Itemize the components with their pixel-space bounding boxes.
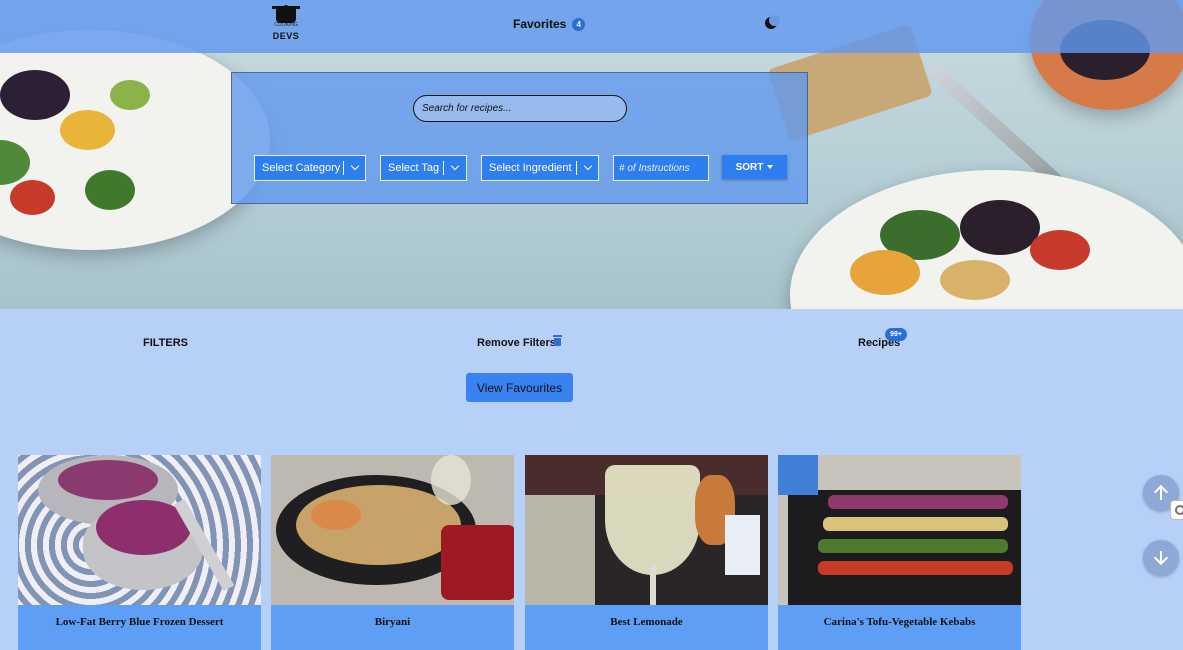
navbar: COOKING DEVS Favorites 4 (0, 0, 1183, 53)
salad-plate-image (0, 30, 270, 250)
recipe-title: Best Lemonade (610, 616, 683, 628)
tag-select[interactable]: Select Tag (380, 155, 467, 181)
vegetable-plate-image (790, 170, 1183, 309)
remove-filters-button[interactable]: Remove Filters (477, 337, 556, 349)
caret-down-icon (767, 165, 774, 169)
cooking-pot-icon (272, 6, 300, 23)
chevron-down-icon (450, 163, 460, 173)
favorites-label: Favorites (513, 17, 567, 31)
view-favourites-button[interactable]: View Favourites (466, 373, 573, 402)
logo-text: DEVS (272, 31, 300, 41)
instructions-count-input[interactable] (613, 155, 709, 181)
recipe-title: Biryani (374, 616, 411, 628)
recipe-image (18, 455, 261, 605)
logo-subtext: COOKING (274, 22, 298, 28)
favorites-count-badge: 4 (572, 17, 586, 31)
recipe-title: Carina's Tofu-Vegetable Kebabs (823, 616, 976, 628)
recipes-count-badge: 99+ (885, 328, 907, 341)
recipe-card[interactable]: Low-Fat Berry Blue Frozen Dessert (18, 455, 261, 650)
search-input[interactable] (413, 95, 627, 122)
sort-button[interactable]: SORT (722, 155, 787, 179)
recipe-image (525, 455, 768, 605)
moon-icon[interactable] (764, 15, 780, 32)
search-panel: Select Category Select Tag Select Ingred… (231, 72, 808, 204)
category-select-label: Select Category (262, 162, 341, 174)
favorites-link[interactable]: Favorites 4 (513, 17, 586, 31)
trash-icon[interactable] (553, 335, 562, 346)
filters-toggle[interactable]: FILTERS (143, 337, 188, 349)
side-widget-tab[interactable] (1170, 500, 1183, 520)
recipe-card[interactable]: Carina's Tofu-Vegetable Kebabs (778, 455, 1021, 650)
recipe-image (778, 455, 1021, 605)
recipe-title: Low-Fat Berry Blue Frozen Dessert (55, 616, 224, 628)
ingredient-select[interactable]: Select Ingredient (481, 155, 599, 181)
category-select[interactable]: Select Category (254, 155, 366, 181)
scroll-down-button[interactable] (1143, 540, 1179, 576)
sort-label: SORT (735, 161, 764, 173)
chevron-down-icon (583, 163, 593, 173)
recipe-image (271, 455, 514, 605)
cooking-devs-logo[interactable]: COOKING DEVS (270, 5, 302, 43)
recipe-card[interactable]: Best Lemonade (525, 455, 768, 650)
ingredient-select-label: Select Ingredient (489, 162, 572, 174)
recipe-card[interactable]: Biryani (271, 455, 514, 650)
chevron-down-icon (350, 163, 360, 173)
tag-select-label: Select Tag (388, 162, 440, 174)
